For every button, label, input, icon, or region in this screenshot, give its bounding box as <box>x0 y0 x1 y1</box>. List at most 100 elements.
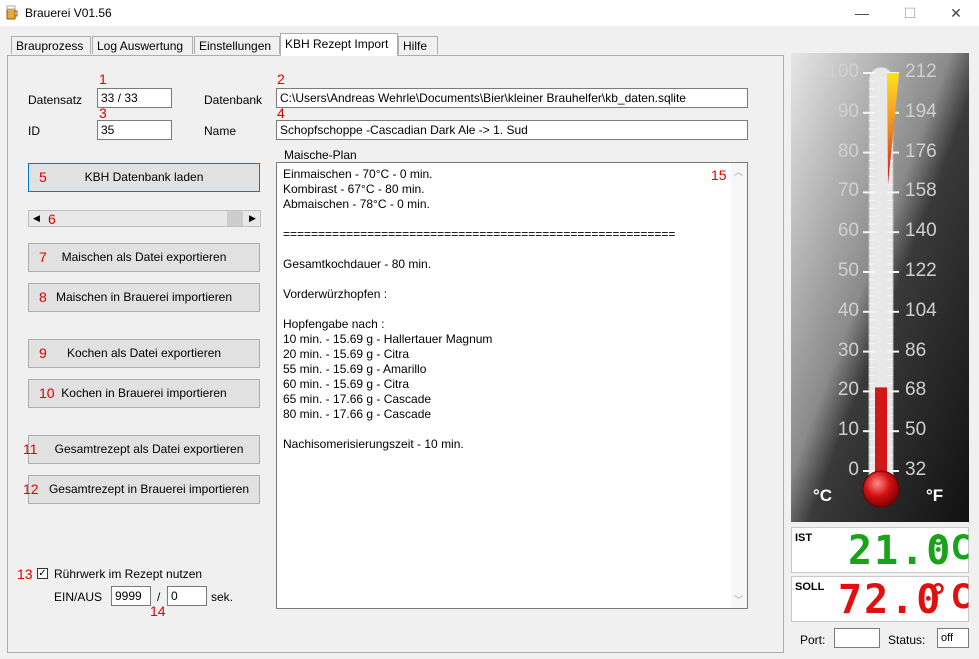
celsius-tick-label: 50 <box>837 260 859 281</box>
mash-plan-textarea[interactable]: Einmaischen - 70°C - 0 min. Kombirast - 6… <box>276 162 748 609</box>
name-label: Name <box>204 124 237 138</box>
status-label: Status: <box>888 633 926 647</box>
mash-plan-line: Kombirast - 67°C - 80 min. <box>283 182 425 196</box>
id-label: ID <box>28 124 40 138</box>
marker-7: 7 <box>39 249 47 265</box>
soll-value: 72.0 <box>838 577 943 623</box>
fahrenheit-unit-label: °F <box>926 486 944 505</box>
mash-plan-line: 20 min. - 15.69 g - Citra <box>283 347 410 361</box>
mash-plan-line: Gesamtkochdauer - 80 min. <box>283 257 432 271</box>
fahrenheit-tick-label: 176 <box>905 140 937 162</box>
marker-11: 11 <box>23 441 38 457</box>
mash-plan-line <box>283 302 675 317</box>
maischen-export-label: Maischen als Datei exportieren <box>61 250 227 264</box>
scrollbar-thumb[interactable] <box>227 211 243 226</box>
mash-plan-line: Abmaischen - 78°C - 0 min. <box>283 197 430 211</box>
stirrer-checkbox[interactable]: ✓ <box>37 568 48 579</box>
soll-unit: °C <box>928 577 973 617</box>
thermometer-panel: 100 90 80 70 60 50 40 30 20 10 0 212 194 176 158 140 12… <box>791 53 969 522</box>
title-bar: Brauerei V01.56 — ☐ ✕ <box>0 0 979 26</box>
marker-1: 1 <box>99 71 107 87</box>
mash-plan-line: Einmaischen - 70°C - 0 min. <box>283 167 433 181</box>
id-field[interactable]: 35 <box>97 120 172 140</box>
thermometer-graphic <box>791 53 969 522</box>
marker-2: 2 <box>277 71 285 87</box>
fahrenheit-tick-label: 140 <box>905 220 937 242</box>
mash-plan-line: 60 min. - 15.69 g - Citra <box>283 377 410 391</box>
marker-5: 5 <box>39 169 47 185</box>
mash-plan-line <box>283 422 675 437</box>
maischen-import-button[interactable]: 8 Maischen in Brauerei importieren <box>28 283 260 312</box>
marker-15: 15 <box>711 167 727 183</box>
datenbank-path-field[interactable]: C:\Users\Andreas Wehrle\Documents\Bier\k… <box>276 88 748 108</box>
fahrenheit-tick-label: 122 <box>905 260 937 281</box>
load-database-label: KBH Datenbank laden <box>84 170 204 184</box>
close-button[interactable]: ✕ <box>933 0 979 26</box>
record-scrollbar[interactable]: ◀ ▶ <box>28 210 261 227</box>
load-database-button[interactable]: 5 KBH Datenbank laden <box>28 163 260 192</box>
stirrer-checkbox-label: Rührwerk im Rezept nutzen <box>54 567 203 581</box>
marker-14: 14 <box>150 603 166 619</box>
maischen-export-button[interactable]: 7 Maischen als Datei exportieren <box>28 243 260 272</box>
celsius-tick-label: 100 <box>827 61 859 82</box>
mash-plan-text: Einmaischen - 70°C - 0 min. Kombirast - 6… <box>283 167 675 452</box>
status-field: off <box>937 628 969 648</box>
aus-time-field[interactable]: 0 <box>167 586 207 606</box>
recipe-name-field[interactable]: Schopfschoppe -Cascadian Dark Ale -> 1. … <box>276 120 748 140</box>
mash-plan-line <box>283 212 675 227</box>
scroll-up-arrow-icon[interactable]: ︿ <box>734 165 743 178</box>
fahrenheit-tick-label: 158 <box>905 180 937 202</box>
ist-unit: °C <box>928 528 973 568</box>
mash-plan-line: Vorderwürzhopfen : <box>283 287 388 301</box>
mash-plan-line: Nachisomerisierungszeit - 10 min. <box>283 437 464 451</box>
kochen-import-label: Kochen in Brauerei importieren <box>61 386 227 400</box>
tab-brauprozess[interactable]: Brauprozess <box>11 36 91 54</box>
window-title: Brauerei V01.56 <box>25 6 112 20</box>
ein-aus-label: EIN/AUS <box>54 590 103 604</box>
marker-10: 10 <box>39 385 55 401</box>
minimize-button[interactable]: — <box>839 0 885 26</box>
mash-plan-line: 10 min. - 15.69 g - Hallertauer Magnum <box>283 332 493 346</box>
celsius-tick-label: 40 <box>837 299 859 321</box>
scroll-left-arrow-icon[interactable]: ◀ <box>29 211 44 226</box>
mash-plan-line: Hopfengabe nach : <box>283 317 385 331</box>
tab-log-auswertung[interactable]: Log Auswertung <box>92 36 193 54</box>
soll-label: SOLL <box>795 581 825 593</box>
marker-13: 13 <box>17 566 33 582</box>
gesamtrezept-import-button[interactable]: 12 Gesamtrezept in Brauerei importieren <box>23 475 260 504</box>
fahrenheit-tick-label: 50 <box>905 419 927 441</box>
kochen-export-button[interactable]: 9 Kochen als Datei exportieren <box>28 339 260 368</box>
datensatz-field[interactable]: 33 / 33 <box>97 88 172 108</box>
mash-plan-line: 65 min. - 17.66 g - Cascade <box>283 392 432 406</box>
fahrenheit-tick-label: 32 <box>905 459 927 480</box>
mash-plan-scrollbar[interactable]: ︿ ﹀ <box>731 163 747 608</box>
gesamtrezept-export-label: Gesamtrezept als Datei exportieren <box>54 442 244 456</box>
port-field[interactable] <box>834 628 880 648</box>
tab-kbh-rezept-import[interactable]: KBH Rezept Import <box>280 33 398 56</box>
celsius-tick-label: 80 <box>837 140 859 162</box>
celsius-tick-label: 0 <box>848 459 859 480</box>
fahrenheit-tick-label: 104 <box>905 299 937 321</box>
scroll-down-arrow-icon[interactable]: ﹀ <box>734 593 743 606</box>
mash-plan-line: 80 min. - 17.66 g - Cascade <box>283 407 432 421</box>
datensatz-label: Datensatz <box>28 93 83 107</box>
tab-einstellungen[interactable]: Einstellungen <box>194 36 280 54</box>
gesamtrezept-export-button[interactable]: 11 Gesamtrezept als Datei exportieren <box>23 435 260 464</box>
scroll-right-arrow-icon[interactable]: ▶ <box>245 211 260 226</box>
kochen-export-label: Kochen als Datei exportieren <box>66 346 222 360</box>
ein-time-field[interactable]: 9999 <box>111 586 151 606</box>
seconds-unit-label: sek. <box>211 590 234 604</box>
maische-plan-label: Maische-Plan <box>284 148 357 162</box>
gesamtrezept-import-label: Gesamtrezept in Brauerei importieren <box>48 482 250 496</box>
ist-label: IST <box>795 532 813 544</box>
ein-aus-separator: / <box>157 590 161 604</box>
datenbank-label: Datenbank <box>204 93 263 107</box>
mash-plan-line <box>283 272 675 287</box>
kochen-import-button[interactable]: 10 Kochen in Brauerei importieren <box>28 379 260 408</box>
celsius-unit-label: °C <box>813 486 833 505</box>
celsius-tick-label: 10 <box>837 419 859 441</box>
tab-hilfe[interactable]: Hilfe <box>398 36 438 54</box>
celsius-tick-label: 70 <box>837 180 859 202</box>
maximize-button[interactable]: ☐ <box>887 0 933 26</box>
fahrenheit-tick-label: 68 <box>905 379 927 401</box>
